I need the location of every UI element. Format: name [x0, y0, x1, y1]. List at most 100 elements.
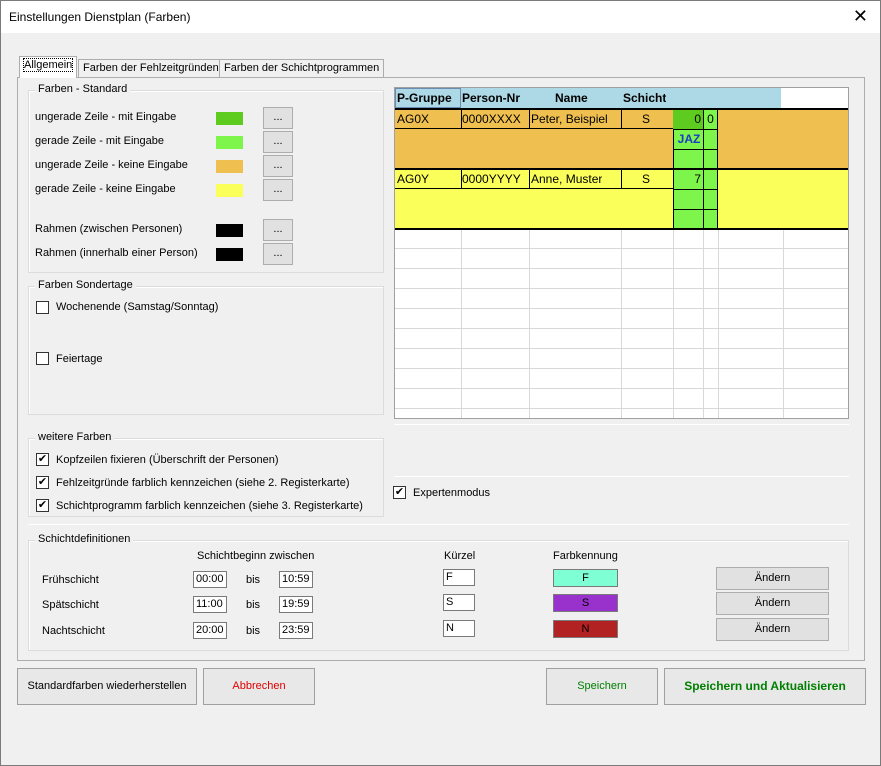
- color-pick-button[interactable]: ...: [263, 131, 293, 153]
- aendern-button[interactable]: Ändern: [716, 592, 829, 615]
- grid-line: [395, 288, 848, 289]
- person-separator: [395, 168, 848, 170]
- divider: [28, 524, 849, 525]
- shift-color-indicator: F: [553, 569, 618, 587]
- grid-line: [673, 149, 718, 150]
- option-label: Schichtprogramm farblich kennzeichen (si…: [56, 500, 363, 512]
- color-swatch: [216, 224, 243, 237]
- settings-window: Einstellungen Dienstplan (Farben) ✕ Allg…: [0, 0, 881, 766]
- cell-person-nr: 0000YYYY: [462, 172, 521, 186]
- bis-label: bis: [246, 599, 261, 611]
- feiertage-checkbox[interactable]: [36, 352, 49, 365]
- cell-gruppe: AG0X: [397, 112, 430, 126]
- wochenende-label: Wochenende (Samstag/Sonntag): [56, 301, 219, 313]
- bis-label: bis: [246, 625, 261, 637]
- color-row-label: gerade Zeile - mit Eingabe: [35, 135, 165, 147]
- window-title: Einstellungen Dienstplan (Farben): [9, 10, 191, 24]
- shift-kuerzel-input[interactable]: S: [443, 594, 475, 611]
- color-swatch: [216, 160, 243, 173]
- cell-value: 0: [707, 112, 714, 126]
- shift-end-input[interactable]: 19:59: [279, 596, 313, 613]
- aendern-button[interactable]: Ändern: [716, 618, 829, 641]
- grid-line: [673, 129, 718, 130]
- grid-column-header: Person-Nr: [462, 91, 521, 105]
- grid-line: [529, 109, 530, 129]
- grid-line: [395, 408, 848, 409]
- wochenende-checkbox[interactable]: [36, 301, 49, 314]
- cell-name: Anne, Muster: [531, 172, 603, 186]
- shift-color-indicator: N: [553, 620, 618, 638]
- color-pick-button[interactable]: ...: [263, 107, 293, 129]
- speichern-aktualisieren-button[interactable]: Speichern und Aktualisieren: [664, 668, 866, 705]
- cell-name: Peter, Beispiel: [531, 112, 608, 126]
- option-checkbox[interactable]: ✔: [36, 499, 49, 512]
- expertenmodus-label: Expertenmodus: [413, 487, 491, 499]
- cell-person-nr: 0000XXXX: [462, 112, 521, 126]
- title-bar: Einstellungen Dienstplan (Farben) ✕: [1, 1, 880, 33]
- tab-farben-fehlzeitgruende[interactable]: Farben der Fehlzeitgründen: [78, 59, 224, 77]
- grid-line: [673, 209, 718, 210]
- speichern-button[interactable]: Speichern: [546, 668, 658, 705]
- option-checkbox[interactable]: ✔: [36, 476, 49, 489]
- feiertage-label: Feiertage: [56, 353, 103, 365]
- abbrechen-button[interactable]: Abbrechen: [203, 668, 315, 705]
- shift-end-input[interactable]: 23:59: [279, 622, 313, 639]
- cell-extra: JAZ: [677, 132, 701, 146]
- grid-line: [395, 388, 848, 389]
- color-pick-button[interactable]: ...: [263, 219, 293, 241]
- color-row-label: Rahmen (zwischen Personen): [35, 223, 183, 235]
- option-checkbox[interactable]: ✔: [36, 453, 49, 466]
- shift-start-input[interactable]: 00:00: [193, 571, 227, 588]
- group-title: Farben - Standard: [35, 83, 131, 95]
- color-swatch: [216, 248, 243, 261]
- close-icon[interactable]: ✕: [853, 5, 868, 27]
- grid-line: [395, 348, 848, 349]
- standardfarben-button[interactable]: Standardfarben wiederherstellen: [17, 668, 197, 705]
- bis-label: bis: [246, 574, 261, 586]
- shift-name: Frühschicht: [42, 574, 99, 586]
- cell-schicht: S: [642, 172, 651, 186]
- column-header-kuerzel: Kürzel: [444, 550, 476, 562]
- shift-kuerzel-input[interactable]: F: [443, 569, 475, 586]
- color-swatch: [216, 136, 243, 149]
- group-title: Farben Sondertage: [35, 279, 136, 291]
- cell-value: 0: [694, 112, 701, 126]
- color-swatch: [216, 184, 243, 197]
- shift-name: Spätschicht: [42, 599, 99, 611]
- tab-allgemein[interactable]: Allgemein: [19, 56, 78, 78]
- grid-line: [529, 169, 530, 189]
- cell-value: 7: [694, 172, 701, 186]
- color-row-label: gerade Zeile - keine Eingabe: [35, 183, 176, 195]
- person-separator: [395, 228, 848, 230]
- grid-line: [673, 189, 718, 190]
- grid-column-header: Schicht: [623, 91, 667, 105]
- shift-kuerzel-input[interactable]: N: [443, 620, 475, 637]
- grid-column-header: Name: [555, 91, 588, 105]
- option-label: Kopfzeilen fixieren (Überschrift der Per…: [56, 454, 279, 466]
- color-pick-button[interactable]: ...: [263, 155, 293, 177]
- grid-line: [395, 188, 673, 189]
- grid-line: [621, 169, 622, 189]
- color-row-label: ungerade Zeile - keine Eingabe: [35, 159, 188, 171]
- shift-color-indicator: S: [553, 594, 618, 612]
- grid-line: [621, 109, 622, 129]
- preview-grid: P-Gruppe Person-Nr Name Schicht AG0X 0000XXXX…: [394, 87, 849, 419]
- color-pick-button[interactable]: ...: [263, 179, 293, 201]
- cell-gruppe: AG0Y: [397, 172, 430, 186]
- color-row-label: Rahmen (innerhalb einer Person): [35, 247, 198, 259]
- shift-end-input[interactable]: 10:59: [279, 571, 313, 588]
- group-title: Schichtdefinitionen: [35, 533, 134, 545]
- tab-farben-schichtprogramme[interactable]: Farben der Schichtprogrammen: [219, 59, 385, 77]
- shift-name: Nachtschicht: [42, 625, 105, 637]
- grid-line: [395, 328, 848, 329]
- color-row-label: ungerade Zeile - mit Eingabe: [35, 111, 177, 123]
- expertenmodus-checkbox[interactable]: ✔: [393, 486, 406, 499]
- shift-start-input[interactable]: 11:00: [193, 596, 227, 613]
- group-title: weitere Farben: [35, 431, 115, 443]
- aendern-button[interactable]: Ändern: [716, 567, 829, 590]
- grid-line: [395, 308, 848, 309]
- color-pick-button[interactable]: ...: [263, 243, 293, 265]
- option-label: Fehlzeitgründe farblich kennzeichen (sie…: [56, 477, 350, 489]
- grid-line: [395, 128, 673, 129]
- shift-start-input[interactable]: 20:00: [193, 622, 227, 639]
